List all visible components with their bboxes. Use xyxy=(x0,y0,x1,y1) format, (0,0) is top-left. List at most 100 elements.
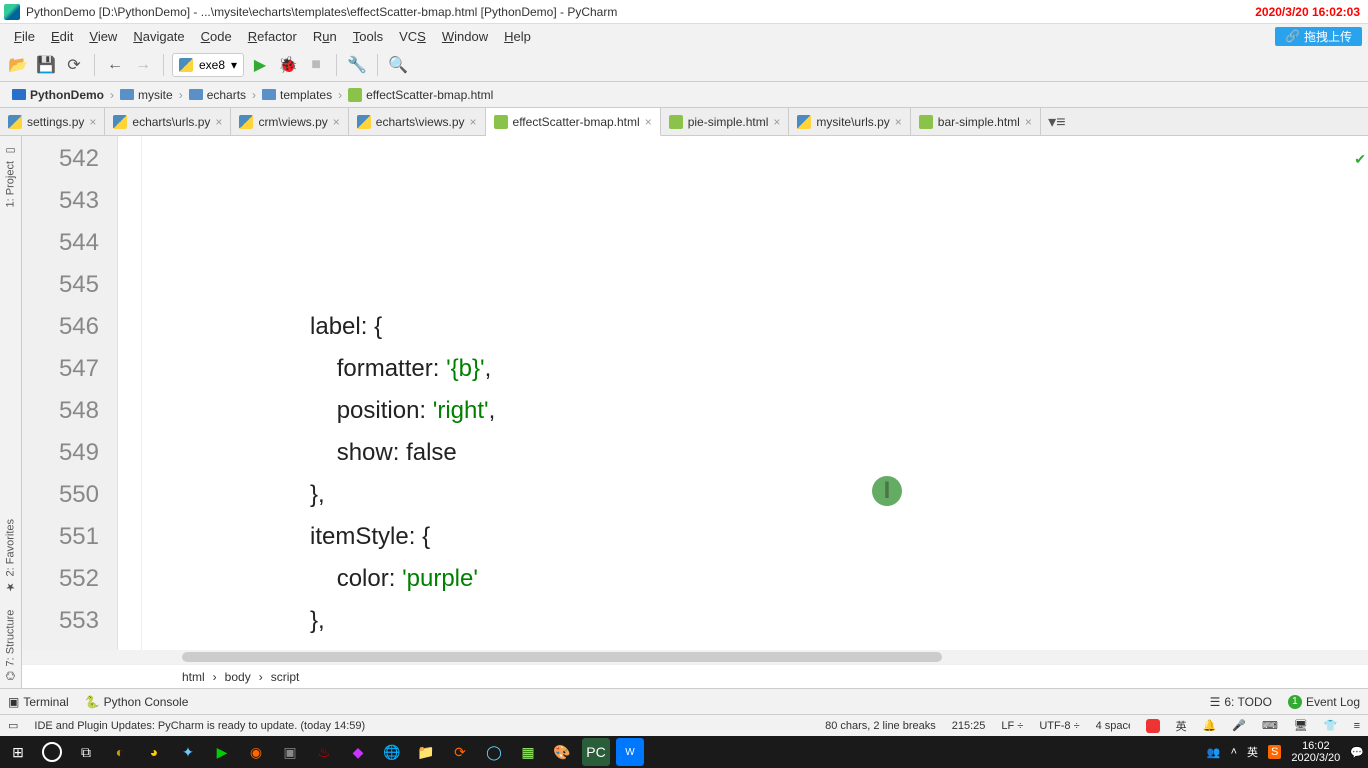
crumb-file[interactable]: effectScatter-bmap.html xyxy=(342,88,499,102)
taskbar-app[interactable]: 🎨 xyxy=(548,738,576,766)
taskbar-app-wps[interactable]: W xyxy=(616,738,644,766)
editor-tab[interactable]: effectScatter-bmap.html× xyxy=(486,108,661,136)
save-button[interactable]: 💾 xyxy=(34,53,58,77)
menu-run[interactable]: Run xyxy=(305,29,345,44)
taskbar-app[interactable]: ◐ xyxy=(106,738,134,766)
code-line[interactable]: show: false xyxy=(150,432,1368,474)
taskbar-app[interactable]: ◆ xyxy=(344,738,372,766)
close-icon[interactable]: × xyxy=(215,115,222,129)
favorites-tool-tab[interactable]: ★ 2: Favorites xyxy=(2,511,19,601)
close-icon[interactable]: × xyxy=(1025,115,1032,129)
code-line[interactable]: }, xyxy=(150,600,1368,642)
menu-vcs[interactable]: VCS xyxy=(391,29,434,44)
code-editor[interactable]: 542543544545546547548549550551552553 ✔ I… xyxy=(22,136,1368,650)
code-content[interactable]: ✔ I label: { formatter: '{b}', position:… xyxy=(142,136,1368,650)
close-icon[interactable]: × xyxy=(773,115,780,129)
cortana-button[interactable] xyxy=(38,738,66,766)
editor-tab[interactable]: mysite\urls.py× xyxy=(789,108,910,135)
taskbar-app-pycharm[interactable]: PC xyxy=(582,738,610,766)
status-tray-icon[interactable]: ⌨ xyxy=(1262,719,1278,732)
event-log-tab[interactable]: 1 Event Log xyxy=(1288,695,1360,709)
start-button[interactable]: ⊞ xyxy=(4,738,32,766)
code-line[interactable]: label: { xyxy=(150,306,1368,348)
editor-tab[interactable]: crm\views.py× xyxy=(231,108,348,135)
editor-tab[interactable]: bar-simple.html× xyxy=(911,108,1041,135)
menu-code[interactable]: Code xyxy=(193,29,240,44)
taskbar-app[interactable]: ⟳ xyxy=(446,738,474,766)
code-crumb[interactable]: script xyxy=(271,670,300,684)
code-line[interactable]: itemStyle: { xyxy=(150,516,1368,558)
taskbar-app[interactable]: ▦ xyxy=(514,738,542,766)
debug-button[interactable]: 🐞 xyxy=(276,53,300,77)
code-line[interactable]: position: 'right', xyxy=(150,390,1368,432)
todo-tab[interactable]: ☰ 6: TODO xyxy=(1210,695,1272,709)
run-button[interactable]: ▶ xyxy=(248,53,272,77)
crumb-root[interactable]: PythonDemo xyxy=(6,88,110,102)
sync-button[interactable]: ⟳ xyxy=(62,53,86,77)
editor-tab[interactable]: settings.py× xyxy=(0,108,105,135)
status-tray-icon[interactable]: ≡ xyxy=(1354,720,1360,732)
taskbar-app[interactable]: ◉ xyxy=(242,738,270,766)
code-line[interactable]: emphasis: { xyxy=(150,642,1368,650)
taskbar-app-chrome[interactable]: 🌐 xyxy=(378,738,406,766)
editor-tab[interactable]: echarts\views.py× xyxy=(349,108,486,135)
menu-file[interactable]: File xyxy=(6,29,43,44)
taskbar-app[interactable]: ▶ xyxy=(208,738,236,766)
python-console-tab[interactable]: 🐍 Python Console xyxy=(85,695,189,709)
tray-chevron-up-icon[interactable]: ˄ xyxy=(1231,746,1237,758)
horizontal-scrollbar[interactable] xyxy=(22,650,1368,664)
status-eol[interactable]: LF ÷ xyxy=(1001,720,1023,732)
taskbar-app[interactable]: ▣ xyxy=(276,738,304,766)
tabs-overflow-button[interactable]: ▾≡ xyxy=(1041,108,1073,135)
tray-sogou-icon[interactable]: S xyxy=(1268,745,1281,759)
status-indent[interactable]: 4 spaces xyxy=(1096,720,1130,732)
menu-navigate[interactable]: Navigate xyxy=(125,29,192,44)
code-crumb[interactable]: body xyxy=(225,670,251,684)
tray-ime[interactable]: 英 xyxy=(1247,744,1258,760)
search-button[interactable]: 🔍 xyxy=(386,53,410,77)
close-icon[interactable]: × xyxy=(89,115,96,129)
crumb-folder[interactable]: templates xyxy=(256,88,338,102)
terminal-tab[interactable]: ▣ Terminal xyxy=(8,695,69,709)
menu-refactor[interactable]: Refactor xyxy=(240,29,305,44)
crumb-folder[interactable]: mysite xyxy=(114,88,179,102)
open-button[interactable]: 📂 xyxy=(6,53,30,77)
status-tray-icon[interactable]: 🎤 xyxy=(1232,719,1246,732)
code-crumb[interactable]: html xyxy=(182,670,205,684)
editor-tab[interactable]: echarts\urls.py× xyxy=(105,108,231,135)
close-icon[interactable]: × xyxy=(645,115,652,129)
cloud-upload-button[interactable]: 🔗 拖拽上传 xyxy=(1275,27,1362,46)
editor-tab[interactable]: pie-simple.html× xyxy=(661,108,790,135)
code-line[interactable]: formatter: '{b}', xyxy=(150,348,1368,390)
tray-notifications-icon[interactable]: 💬 xyxy=(1350,746,1364,759)
taskbar-app[interactable]: ✦ xyxy=(174,738,202,766)
status-encoding[interactable]: UTF-8 ÷ xyxy=(1039,720,1079,732)
sogou-ime-icon[interactable] xyxy=(1146,719,1160,733)
code-line[interactable]: color: 'purple' xyxy=(150,558,1368,600)
project-tool-tab[interactable]: 1: Project ▭ xyxy=(2,136,19,215)
close-icon[interactable]: × xyxy=(333,115,340,129)
taskbar-app[interactable]: ◯ xyxy=(480,738,508,766)
taskbar-app[interactable]: ♨ xyxy=(310,738,338,766)
run-config-select[interactable]: exe8 ▾ xyxy=(172,53,244,77)
menu-window[interactable]: Window xyxy=(434,29,496,44)
code-line[interactable]: }, xyxy=(150,474,1368,516)
status-caret-pos[interactable]: 215:25 xyxy=(952,720,986,732)
close-icon[interactable]: × xyxy=(895,115,902,129)
tray-clock[interactable]: 16:022020/3/20 xyxy=(1291,740,1340,764)
taskbar-app-explorer[interactable]: 📁 xyxy=(412,738,440,766)
forward-button[interactable]: → xyxy=(131,53,155,77)
close-icon[interactable]: × xyxy=(470,115,477,129)
structure-tool-tab[interactable]: ⌬ 7: Structure xyxy=(2,602,19,688)
task-view-button[interactable]: ⧉ xyxy=(72,738,100,766)
menu-tools[interactable]: Tools xyxy=(345,29,391,44)
crumb-folder[interactable]: echarts xyxy=(183,88,252,102)
settings-button[interactable]: 🔧 xyxy=(345,53,369,77)
stop-button[interactable]: ■ xyxy=(304,53,328,77)
taskbar-app[interactable]: ◕ xyxy=(140,738,168,766)
status-tray-icon[interactable]: 🖥 xyxy=(1294,719,1308,732)
status-tray-icon[interactable]: 👕 xyxy=(1324,719,1338,732)
status-indicator-icon[interactable]: ▭ xyxy=(8,719,18,732)
fold-strip[interactable] xyxy=(118,136,142,650)
status-tray-icon[interactable]: 🔔 xyxy=(1203,719,1217,732)
